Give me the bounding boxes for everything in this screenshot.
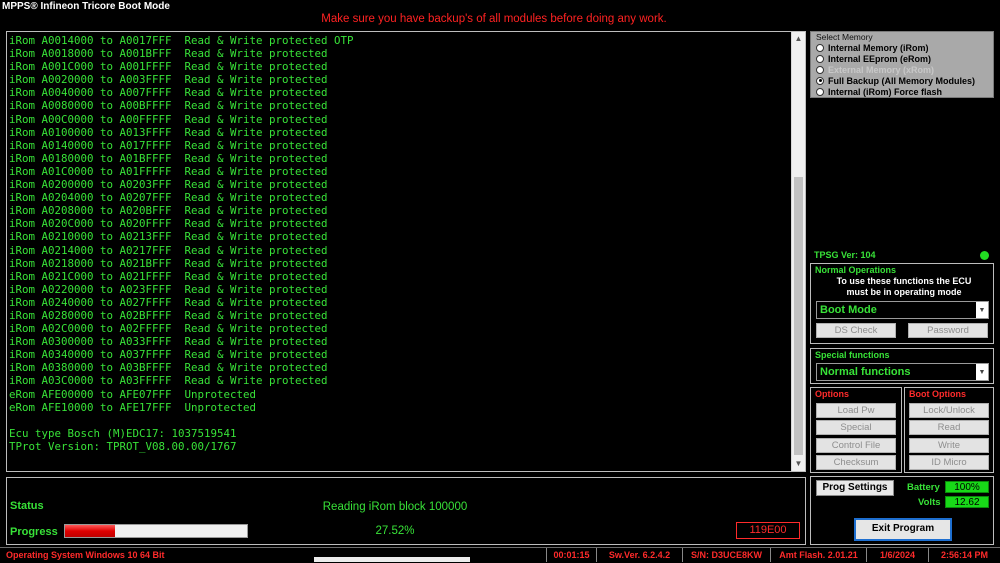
memory-option-label: Internal EEprom (eRom): [828, 53, 932, 64]
control-file-button[interactable]: Control File: [816, 438, 896, 453]
normal-operations-note: To use these functions the ECU must be i…: [836, 276, 972, 297]
normal-operations-title: Normal Operations: [815, 265, 897, 275]
checksum-button[interactable]: Checksum: [816, 455, 896, 470]
prog-settings-button[interactable]: Prog Settings: [816, 480, 894, 496]
tpsg-version: TPSG Ver: 104: [814, 250, 876, 260]
memory-option[interactable]: Full Backup (All Memory Modules): [816, 75, 975, 86]
exit-program-button[interactable]: Exit Program: [854, 518, 952, 541]
radio-button-icon[interactable]: [816, 65, 824, 74]
status-text: Reading iRom block 100000: [322, 501, 468, 513]
log-text: iRom A0014000 to A0017FFF Read & Write p…: [9, 34, 354, 453]
special-functions-group: Special functions Normal functions ▼: [810, 348, 994, 384]
progress-fill: [65, 525, 116, 537]
battery-value: 100%: [945, 481, 989, 493]
time: 2:56:14 PM: [928, 548, 1000, 562]
id-micro-button[interactable]: ID Micro: [909, 455, 989, 470]
tpsg-status-led-icon: [980, 251, 989, 260]
load-pw-button[interactable]: Load Pw: [816, 403, 896, 418]
special-button[interactable]: Special: [816, 420, 896, 435]
lock-unlock-button[interactable]: Lock/Unlock: [909, 403, 989, 418]
software-version: Sw.Ver. 6.2.4.2: [596, 548, 682, 562]
special-functions-title: Special functions: [815, 350, 890, 360]
memory-option[interactable]: External Memory (xRom): [816, 64, 934, 75]
log-panel[interactable]: iRom A0014000 to A0017FFF Read & Write p…: [6, 31, 806, 472]
radio-button-icon[interactable]: [816, 76, 824, 85]
memory-option-label: Internal (iRom) Force flash: [828, 86, 943, 97]
special-functions-select[interactable]: Normal functions ▼: [816, 363, 989, 381]
boot-options-title: Boot Options: [909, 389, 966, 399]
scroll-thumb[interactable]: [794, 177, 803, 455]
ds-check-button[interactable]: DS Check: [816, 323, 896, 338]
radio-button-icon[interactable]: [816, 87, 824, 96]
boot-options-group: Boot Options Lock/Unlock Read Write ID M…: [904, 387, 994, 473]
radio-button-icon[interactable]: [816, 43, 824, 52]
memory-option[interactable]: Internal (iRom) Force flash: [816, 86, 942, 97]
progress-percent: 27.52%: [375, 525, 415, 537]
tooltip-strip: [314, 557, 470, 562]
backup-warning: Make sure you have backup's of all modul…: [321, 13, 667, 25]
password-button[interactable]: Password: [908, 323, 988, 338]
progress-bar: [64, 524, 248, 538]
chevron-down-icon[interactable]: ▼: [976, 364, 988, 380]
memory-option-label: Internal Memory (iRom): [828, 42, 929, 53]
status-bar: Operating System Windows 10 64 Bit 00:01…: [0, 547, 1000, 563]
mode-select-value: Boot Mode: [820, 304, 877, 316]
log-scrollbar[interactable]: ▲ ▼: [791, 32, 805, 471]
chevron-down-icon[interactable]: ▼: [976, 302, 988, 318]
memory-option-label: External Memory (xRom): [828, 64, 935, 75]
radio-button-icon[interactable]: [816, 54, 824, 63]
options-group: Options Load Pw Special Control File Che…: [810, 387, 902, 473]
elapsed-time: 00:01:15: [546, 548, 596, 562]
special-functions-value: Normal functions: [820, 366, 911, 378]
write-button[interactable]: Write: [909, 438, 989, 453]
read-button[interactable]: Read: [909, 420, 989, 435]
options-title: Options: [815, 389, 849, 399]
scroll-up-icon[interactable]: ▲: [792, 32, 805, 46]
select-memory-group: Select Memory Internal Memory (iRom) Inte…: [810, 31, 994, 98]
memory-option[interactable]: Internal EEprom (eRom): [816, 53, 931, 64]
status-label: Status: [10, 500, 44, 512]
amt-flash-version: Amt Flash. 2.01.21: [770, 548, 866, 562]
serial-number: S/N: D3UCE8KW: [682, 548, 770, 562]
progress-label: Progress: [10, 526, 58, 538]
error-code: 119E00: [736, 522, 800, 539]
scroll-down-icon[interactable]: ▼: [792, 457, 805, 471]
battery-label: Battery: [907, 482, 940, 493]
normal-operations-group: Normal Operations To use these functions…: [810, 263, 994, 344]
memory-option-label: Full Backup (All Memory Modules): [828, 75, 976, 86]
volts-label: Volts: [918, 497, 941, 508]
volts-value: 12.62: [945, 496, 989, 508]
date: 1/6/2024: [866, 548, 928, 562]
memory-option[interactable]: Internal Memory (iRom): [816, 42, 929, 53]
mode-select[interactable]: Boot Mode ▼: [816, 301, 989, 319]
